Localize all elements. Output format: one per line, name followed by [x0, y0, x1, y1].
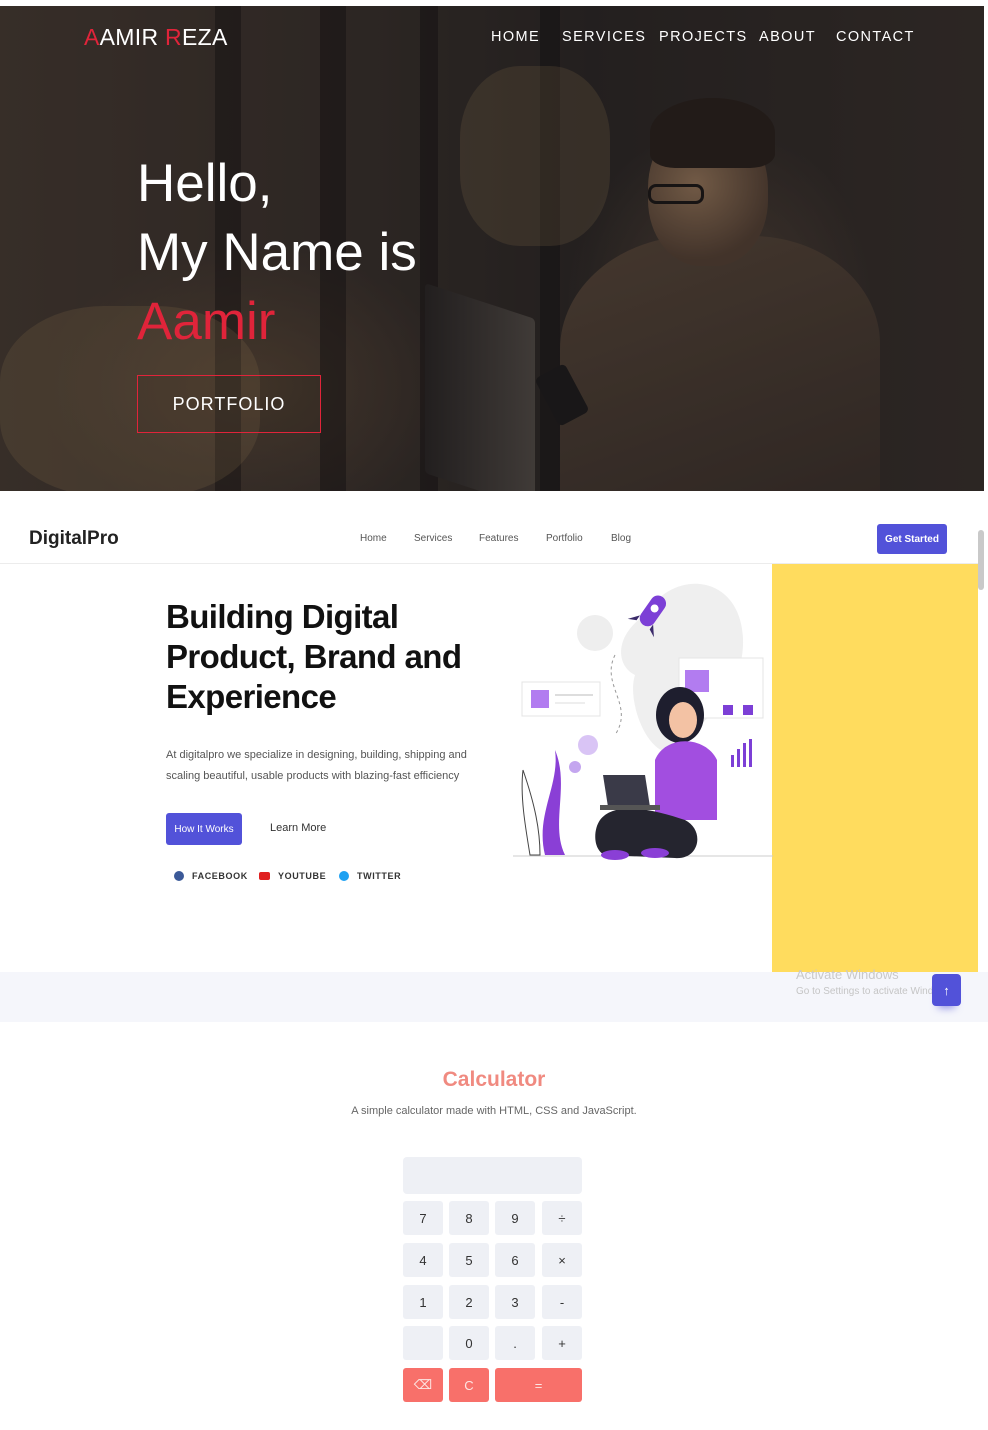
how-it-works-button[interactable]: How It Works — [166, 813, 242, 845]
hero-nav-contact[interactable]: CONTACT — [836, 29, 915, 45]
digitalpro-description: At digitalpro we specialize in designing… — [166, 749, 467, 782]
laptop-screen — [603, 775, 650, 807]
social-label: TWITTER — [357, 871, 402, 881]
person-sweater — [655, 741, 717, 820]
illustration-circle — [577, 615, 613, 651]
key-decimal[interactable]: . — [495, 1326, 535, 1360]
get-started-button[interactable]: Get Started — [877, 524, 947, 554]
arrow-up-icon: ↑ — [943, 982, 950, 998]
hero-section: AAMIR REZA HOME SERVICES PROJECTS ABOUT … — [0, 6, 984, 491]
key-subtract[interactable]: - — [542, 1285, 582, 1319]
key-blank[interactable] — [403, 1326, 443, 1360]
hero-nav-services[interactable]: SERVICES — [562, 29, 646, 45]
hero-line-1: Hello, — [137, 154, 273, 213]
hero-line-2: My Name is — [137, 223, 417, 282]
youtube-icon — [259, 872, 270, 880]
key-3[interactable]: 3 — [495, 1285, 535, 1319]
digitalpro-logo[interactable]: DigitalPro — [29, 528, 119, 550]
person-face — [669, 702, 697, 738]
plant-leaf-outline — [521, 769, 541, 856]
ui-bar — [723, 705, 733, 715]
digitalpro-header: DigitalPro Home Services Features Portfo… — [0, 510, 978, 564]
dp-nav-home[interactable]: Home — [360, 533, 387, 544]
key-8[interactable]: 8 — [449, 1201, 489, 1235]
windows-watermark-subtitle: Go to Settings to activate Windows. — [796, 986, 954, 997]
dp-nav-features[interactable]: Features — [479, 533, 518, 544]
social-youtube[interactable]: YOUTUBE — [259, 871, 326, 881]
calculator-subtitle: A simple calculator made with HTML, CSS … — [351, 1105, 637, 1117]
scroll-to-top-button[interactable]: ↑ — [932, 974, 961, 1006]
hero-nav: HOME SERVICES PROJECTS ABOUT CONTACT — [0, 29, 984, 49]
hero-headline: Hello, My Name is Aamir — [137, 149, 417, 356]
scrollbar-thumb[interactable] — [978, 530, 984, 590]
key-add[interactable]: + — [542, 1326, 582, 1360]
dp-nav-portfolio[interactable]: Portfolio — [546, 533, 583, 544]
page: AAMIR REZA HOME SERVICES PROJECTS ABOUT … — [0, 0, 988, 1430]
hero-nav-projects[interactable]: PROJECTS — [659, 29, 748, 45]
hero-name: Aamir — [137, 292, 276, 351]
plant-leaf — [542, 750, 565, 855]
social-label: FACEBOOK — [192, 871, 248, 881]
learn-more-link[interactable]: Learn More — [270, 822, 326, 834]
calculator-display[interactable] — [403, 1157, 582, 1194]
key-6[interactable]: 6 — [495, 1243, 535, 1277]
key-7[interactable]: 7 — [403, 1201, 443, 1235]
social-twitter[interactable]: TWITTER — [339, 871, 401, 881]
key-clear[interactable]: C — [449, 1368, 489, 1402]
gear-icon — [578, 735, 598, 755]
dashed-trail — [610, 654, 622, 736]
key-1[interactable]: 1 — [403, 1285, 443, 1319]
hero-nav-about[interactable]: ABOUT — [759, 29, 816, 45]
key-backspace[interactable]: ⌫ — [403, 1368, 443, 1402]
key-2[interactable]: 2 — [449, 1285, 489, 1319]
key-divide[interactable]: ÷ — [542, 1201, 582, 1235]
dp-nav-services[interactable]: Services — [414, 533, 452, 544]
hero-illustration — [513, 583, 773, 860]
ui-card-square — [685, 670, 709, 692]
person-shoe — [641, 848, 669, 858]
key-equals[interactable]: = — [495, 1368, 582, 1402]
digitalpro-title: Building Digital Product, Brand and Expe… — [166, 598, 462, 715]
hero-nav-home[interactable]: HOME — [491, 29, 540, 45]
key-9[interactable]: 9 — [495, 1201, 535, 1235]
laptop-base — [600, 805, 660, 810]
yellow-side-panel — [772, 564, 978, 972]
portfolio-button[interactable]: PORTFOLIO — [137, 375, 321, 433]
twitter-icon — [339, 871, 349, 881]
key-5[interactable]: 5 — [449, 1243, 489, 1277]
gear-icon — [569, 761, 581, 773]
social-label: YOUTUBE — [278, 871, 327, 881]
social-facebook[interactable]: FACEBOOK — [174, 871, 248, 881]
key-4[interactable]: 4 — [403, 1243, 443, 1277]
ui-card-square — [531, 690, 549, 708]
dp-nav-blog[interactable]: Blog — [611, 533, 631, 544]
calculator-title: Calculator — [442, 1068, 546, 1091]
key-multiply[interactable]: × — [542, 1243, 582, 1277]
windows-watermark-title: Activate Windows — [796, 967, 899, 982]
ui-bar — [743, 705, 753, 715]
bar-chart-icon — [731, 739, 752, 767]
key-0[interactable]: 0 — [449, 1326, 489, 1360]
facebook-icon — [174, 871, 184, 881]
person-shoe — [601, 850, 629, 860]
